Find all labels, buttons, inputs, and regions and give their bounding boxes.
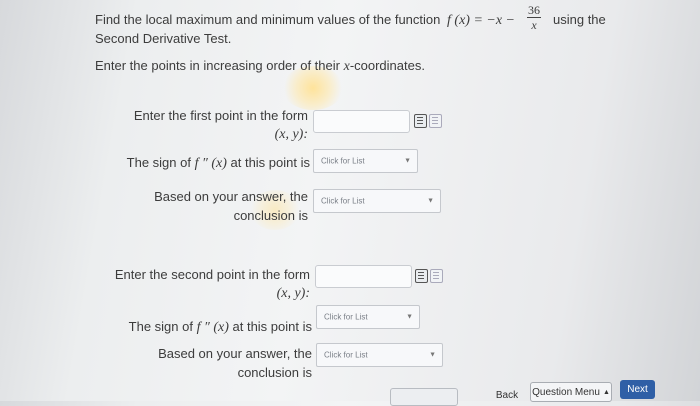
first-sign-select[interactable]: Click for List ▼ [313,149,418,173]
chevron-down-icon: ▼ [427,197,434,205]
first-conclusion-select[interactable]: Click for List ▼ [313,189,441,213]
first-conclusion-label: Based on your answer, the conclusion is [154,189,308,223]
caret-up-icon: ▲ [602,388,610,396]
question-line-1: Find the local maximum and minimum value… [95,12,515,28]
keypad-icon[interactable] [414,114,427,128]
help-icon[interactable] [429,114,442,128]
question-line-2: Second Derivative Test. [95,31,232,46]
second-sign-select[interactable]: Click for List ▼ [316,305,420,329]
first-sign-label: The sign of f ″ (x) at this point is [126,155,310,171]
help-icon[interactable] [430,269,443,283]
bottom-button-partial[interactable] [390,388,458,406]
chevron-down-icon: ▼ [404,157,411,165]
second-point-label: Enter the second point in the form (x, y… [114,267,310,301]
second-point-input[interactable] [315,265,412,288]
first-point-input[interactable] [313,110,410,133]
fraction-36-over-x: 36 x [527,3,541,32]
chevron-down-icon: ▼ [429,351,436,359]
chevron-down-icon: ▼ [406,313,413,321]
keypad-icon[interactable] [415,269,428,283]
second-sign-label: The sign of f ″ (x) at this point is [128,319,312,335]
question-menu-button[interactable]: Question Menu ▲ [530,382,612,402]
second-conclusion-select[interactable]: Click for List ▼ [316,343,443,367]
first-point-label: Enter the first point in the form (x, y)… [133,108,308,142]
question-line-1-end: using the [553,12,606,27]
back-button[interactable]: Back [492,388,522,402]
function-expression: f (x) = −x − [447,13,515,28]
instruction: Enter the points in increasing order of … [95,58,425,74]
next-button[interactable]: Next [620,380,655,399]
second-conclusion-label: Based on your answer, the conclusion is [158,346,312,380]
